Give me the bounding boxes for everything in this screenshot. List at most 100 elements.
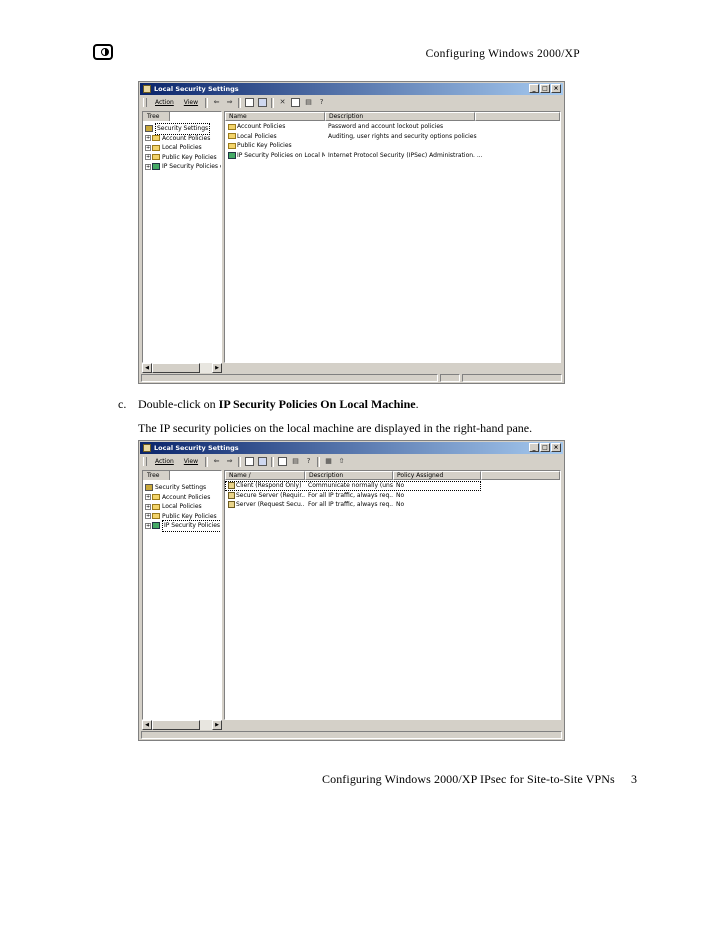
column-header-description[interactable]: Description xyxy=(325,112,475,121)
list-item[interactable]: Client (Respond Only) Communicate normal… xyxy=(225,481,481,491)
expand-icon[interactable]: + xyxy=(145,513,151,520)
toolbar-grip xyxy=(143,457,147,466)
expand-icon[interactable]: + xyxy=(145,494,151,501)
export-list-icon[interactable]: ▤ xyxy=(291,457,300,466)
properties-icon[interactable] xyxy=(278,457,288,466)
list-header: Name Description xyxy=(225,112,560,121)
column-header-description[interactable]: Description xyxy=(305,471,393,480)
maximize-button[interactable]: □ xyxy=(540,443,550,452)
status-bar xyxy=(141,374,562,382)
policy-icon xyxy=(228,501,235,509)
maximize-button[interactable]: □ xyxy=(540,84,550,93)
folder-icon xyxy=(228,142,236,149)
show-hide-tree-icon[interactable] xyxy=(258,98,268,107)
local-security-settings-window-1: Local Security Settings _ □ × Action Vie… xyxy=(138,81,565,384)
expand-icon[interactable]: + xyxy=(145,154,151,161)
tree-items: Security Settings + Account Policies + L… xyxy=(145,123,221,172)
instruction-step-c: c. Double-click on IP Security Policies O… xyxy=(118,397,419,411)
menu-bar: Action View ⇐ ⇒ ▤ ? ▦ ⇧ xyxy=(141,455,562,468)
title-bar: Local Security Settings _ □ × xyxy=(140,442,563,454)
tree-item-ip-security-policies[interactable]: + IP Security Policies on Local Machine xyxy=(145,162,221,172)
network-policy-icon xyxy=(228,151,236,159)
tree-item-account-policies[interactable]: + Account Policies xyxy=(145,493,221,503)
up-folder-icon[interactable] xyxy=(245,457,255,466)
page-number: 3 xyxy=(631,772,637,786)
list-rows: Account Policies Password and account lo… xyxy=(225,122,560,160)
list-item[interactable]: Public Key Policies xyxy=(225,141,560,151)
tree-item-ip-security-policies[interactable]: + IP Security Policies on Local Machine xyxy=(145,520,221,532)
column-header-policy-assigned[interactable]: Policy Assigned xyxy=(393,471,481,480)
forward-arrow-icon[interactable]: ⇒ xyxy=(225,457,234,466)
delete-icon[interactable]: ✕ xyxy=(278,98,287,107)
policy-icon xyxy=(228,482,235,490)
minimize-button[interactable]: _ xyxy=(529,84,539,93)
tree-item-account-policies[interactable]: + Account Policies xyxy=(145,134,221,144)
toolbar-grip xyxy=(143,98,147,107)
scroll-left-icon[interactable]: ◀ xyxy=(142,720,152,730)
up-folder-icon[interactable] xyxy=(245,98,255,107)
security-settings-icon xyxy=(145,125,153,133)
expand-icon[interactable]: + xyxy=(145,522,151,529)
list-item[interactable]: Secure Server (Requir... For all IP traf… xyxy=(225,491,560,501)
help-icon[interactable]: ? xyxy=(317,98,326,107)
scroll-thumb[interactable] xyxy=(152,363,200,373)
list-item[interactable]: Server (Request Secu... For all IP traff… xyxy=(225,500,560,510)
scroll-right-icon[interactable]: ▶ xyxy=(212,363,222,373)
back-arrow-icon[interactable]: ⇐ xyxy=(212,457,221,466)
minimize-button[interactable]: _ xyxy=(529,443,539,452)
expand-icon[interactable]: + xyxy=(145,163,151,170)
tree-horizontal-scrollbar[interactable]: ◀ ▶ xyxy=(142,720,222,730)
scroll-thumb[interactable] xyxy=(152,720,200,730)
tree-pane[interactable]: Security Settings + Account Policies + L… xyxy=(142,470,222,720)
folder-icon xyxy=(152,513,160,520)
column-header-name[interactable]: Name / xyxy=(225,471,305,480)
list-item[interactable]: Local Policies Auditing, user rights and… xyxy=(225,132,560,142)
instruction-paragraph: The IP security policies on the local ma… xyxy=(138,421,533,435)
menu-bar: Action View ⇐ ⇒ ✕ ▤ ? xyxy=(141,96,562,109)
column-header-name[interactable]: Name xyxy=(225,112,325,121)
folder-icon xyxy=(152,503,160,510)
show-hide-tree-icon[interactable] xyxy=(258,457,268,466)
scroll-left-icon[interactable]: ◀ xyxy=(142,363,152,373)
page-footer-title: Configuring Windows 2000/XP IPsec for Si… xyxy=(322,772,615,786)
folder-icon xyxy=(228,133,236,140)
close-button[interactable]: × xyxy=(551,443,561,452)
tree-horizontal-scrollbar[interactable]: ◀ ▶ xyxy=(142,363,222,373)
back-arrow-icon[interactable]: ⇐ xyxy=(212,98,221,107)
expand-icon[interactable]: + xyxy=(145,135,151,142)
forward-arrow-icon[interactable]: ⇒ xyxy=(225,98,234,107)
expand-icon[interactable]: + xyxy=(145,144,151,151)
tree-items: Security Settings + Account Policies + L… xyxy=(145,483,221,532)
tree-item-local-policies[interactable]: + Local Policies xyxy=(145,502,221,512)
list-item[interactable]: IP Security Policies on Local M... Inter… xyxy=(225,151,560,161)
local-security-settings-window-2: Local Security Settings _ □ × Action Vie… xyxy=(138,440,565,741)
menu-action[interactable]: Action xyxy=(150,455,179,468)
page-header-title: Configuring Windows 2000/XP xyxy=(425,48,580,60)
help-icon[interactable]: ? xyxy=(304,457,313,466)
menu-view[interactable]: View xyxy=(179,96,203,109)
tree-item-local-policies[interactable]: + Local Policies xyxy=(145,143,221,153)
app-icon xyxy=(143,85,151,93)
scroll-right-icon[interactable]: ▶ xyxy=(212,720,222,730)
security-settings-icon xyxy=(145,484,153,492)
export-list-icon[interactable]: ▤ xyxy=(304,98,313,107)
tree-item-public-key-policies[interactable]: + Public Key Policies xyxy=(145,153,221,163)
details-list-pane[interactable]: Name / Description Policy Assigned Clien… xyxy=(224,470,561,720)
folder-icon xyxy=(152,144,160,151)
properties-icon[interactable] xyxy=(291,98,301,107)
expand-icon[interactable]: + xyxy=(145,503,151,510)
app-icon xyxy=(143,444,151,452)
new-policy-icon[interactable]: ▦ xyxy=(324,457,333,466)
list-item[interactable]: Account Policies Password and account lo… xyxy=(225,122,560,132)
tab-tree[interactable]: Tree xyxy=(142,470,170,480)
tree-item-security-settings[interactable]: Security Settings xyxy=(145,123,221,135)
menu-action[interactable]: Action xyxy=(150,96,179,109)
close-button[interactable]: × xyxy=(551,84,561,93)
menu-view[interactable]: View xyxy=(179,455,203,468)
tree-pane[interactable]: Security Settings + Account Policies + L… xyxy=(142,111,222,363)
details-list-pane[interactable]: Name Description Account Policies Passwo… xyxy=(224,111,561,363)
tree-item-security-settings[interactable]: Security Settings xyxy=(145,483,221,493)
window-title: Local Security Settings xyxy=(154,444,239,452)
tab-tree[interactable]: Tree xyxy=(142,111,170,121)
assign-policy-icon[interactable]: ⇧ xyxy=(337,457,346,466)
